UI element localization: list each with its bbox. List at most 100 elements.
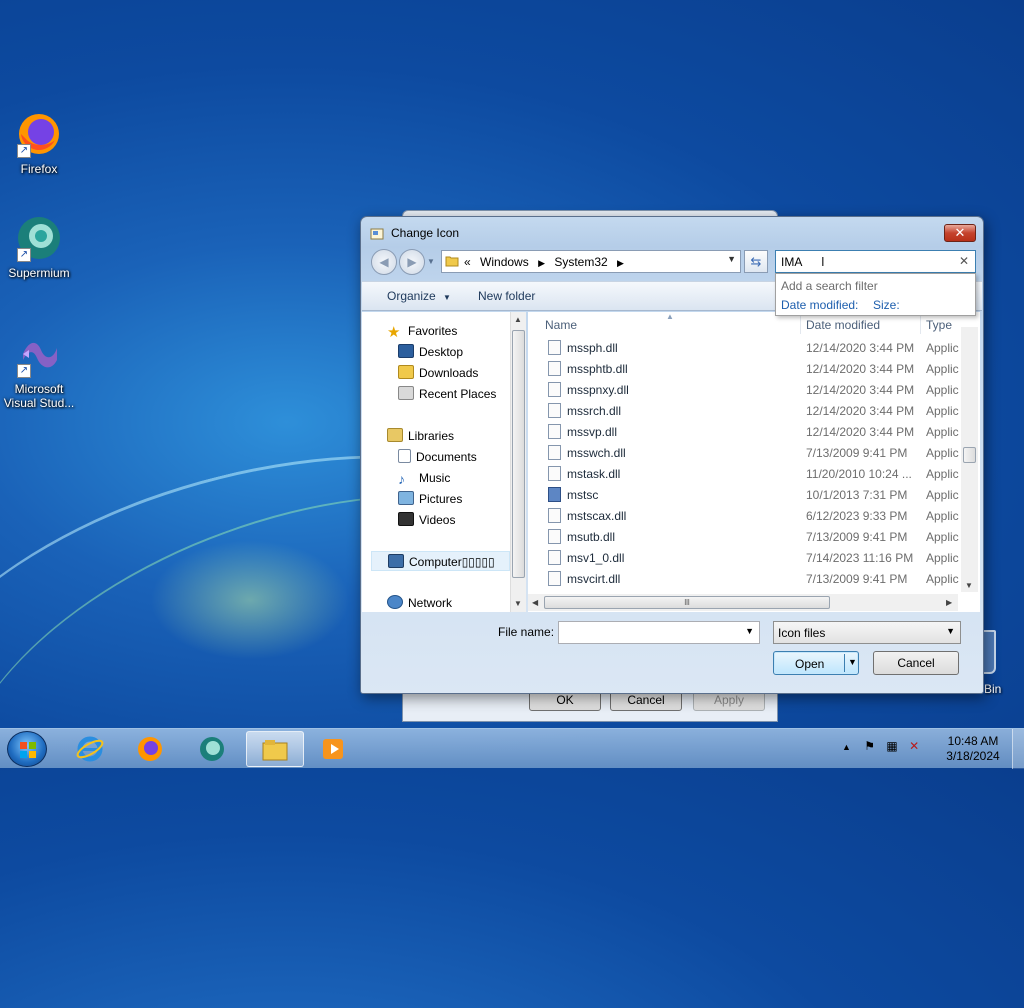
table-row[interactable]: msutb.dll 7/13/2009 9:41 PM Applic bbox=[528, 526, 959, 547]
scroll-left-icon[interactable]: ◀ bbox=[532, 598, 538, 607]
desktop-icon-label: Supermium bbox=[8, 266, 70, 280]
taskbar-media-player[interactable] bbox=[306, 731, 364, 767]
column-header-type[interactable]: Type bbox=[926, 318, 952, 332]
videos-icon bbox=[398, 512, 414, 526]
action-center-flag-icon[interactable]: ⚑ bbox=[864, 739, 875, 753]
search-filter-popup: Add a search filter Date modified: Size: bbox=[775, 273, 976, 316]
forward-button[interactable]: ▶ bbox=[399, 249, 425, 275]
nav-pictures[interactable]: Pictures bbox=[398, 489, 462, 509]
scrollbar-thumb[interactable] bbox=[512, 330, 525, 578]
nav-libraries[interactable]: Libraries bbox=[387, 426, 454, 446]
nav-documents[interactable]: Documents bbox=[398, 447, 477, 467]
table-row[interactable]: msvcirt.dll 7/13/2009 9:41 PM Applic bbox=[528, 568, 959, 589]
scrollbar-thumb[interactable] bbox=[963, 447, 976, 463]
nav-videos[interactable]: Videos bbox=[398, 510, 455, 530]
table-row[interactable]: mssphtb.dll 12/14/2020 3:44 PM Applic bbox=[528, 358, 959, 379]
chevron-down-icon[interactable]: ▼ bbox=[745, 626, 754, 636]
clock[interactable]: 10:48 AM 3/18/2024 bbox=[940, 734, 1006, 764]
nav-favorites[interactable]: ★ Favorites bbox=[387, 321, 457, 341]
file-date: 12/14/2020 3:44 PM bbox=[806, 425, 915, 439]
refresh-button[interactable]: ⇆ bbox=[744, 250, 768, 273]
chevron-down-icon[interactable]: ▼ bbox=[727, 254, 736, 264]
recent-places-icon bbox=[398, 386, 414, 400]
column-divider[interactable] bbox=[920, 316, 921, 334]
nav-desktop[interactable]: Desktop bbox=[398, 342, 463, 362]
navigation-pane: ★ Favorites Desktop Downloads Recent Plac… bbox=[362, 312, 510, 612]
table-row[interactable]: mstask.dll 11/20/2010 10:24 ... Applic bbox=[528, 463, 959, 484]
nav-downloads[interactable]: Downloads bbox=[398, 363, 478, 383]
windows-logo-icon bbox=[20, 742, 36, 758]
file-date: 7/13/2009 9:41 PM bbox=[806, 530, 908, 544]
column-header-name[interactable]: Name bbox=[545, 318, 577, 332]
chevron-down-icon[interactable]: ▼ bbox=[848, 657, 857, 667]
dll-file-icon bbox=[548, 445, 561, 460]
table-row[interactable]: mssph.dll 12/14/2020 3:44 PM Applic bbox=[528, 337, 959, 358]
table-row[interactable]: mstscax.dll 6/12/2023 9:33 PM Applic bbox=[528, 505, 959, 526]
column-header-date-modified[interactable]: Date modified bbox=[806, 318, 880, 332]
file-type-select[interactable]: Icon files ▼ bbox=[773, 621, 961, 644]
organize-button[interactable]: Organize ▼ bbox=[387, 289, 451, 303]
file-type: Applic bbox=[926, 530, 959, 544]
scroll-down-icon[interactable]: ▼ bbox=[514, 599, 522, 608]
start-button[interactable] bbox=[7, 731, 47, 767]
show-hidden-icons-button[interactable]: ▲ bbox=[842, 742, 851, 752]
breadcrumb-item[interactable]: Windows bbox=[480, 255, 529, 269]
table-row[interactable]: msswch.dll 7/13/2009 9:41 PM Applic bbox=[528, 442, 959, 463]
taskbar-firefox[interactable] bbox=[122, 731, 180, 767]
filter-date-modified[interactable]: Date modified: bbox=[781, 298, 858, 312]
nav-network[interactable]: Network bbox=[387, 593, 452, 613]
cancel-button[interactable]: Cancel bbox=[873, 651, 959, 675]
scroll-right-icon[interactable]: ▶ bbox=[946, 598, 952, 607]
file-date: 10/1/2013 7:31 PM bbox=[806, 488, 908, 502]
column-divider[interactable] bbox=[800, 316, 801, 334]
taskbar-supermium[interactable] bbox=[184, 731, 242, 767]
filename-input[interactable]: ▼ bbox=[558, 621, 760, 644]
table-row[interactable]: mssvp.dll 12/14/2020 3:44 PM Applic bbox=[528, 421, 959, 442]
table-row[interactable]: msspnxy.dll 12/14/2020 3:44 PM Applic bbox=[528, 379, 959, 400]
taskbar-file-explorer[interactable] bbox=[246, 731, 304, 767]
file-type: Applic bbox=[926, 404, 959, 418]
nav-computer[interactable]: Computer▯▯▯▯▯ bbox=[371, 551, 510, 571]
nav-music[interactable]: ♪ Music bbox=[398, 468, 450, 488]
clock-date: 3/18/2024 bbox=[946, 749, 1000, 763]
breadcrumb-item[interactable]: System32 bbox=[554, 255, 607, 269]
open-button[interactable]: Open ▼ bbox=[773, 651, 859, 675]
scrollbar-thumb[interactable]: lll bbox=[544, 596, 830, 609]
nav-recent-places[interactable]: Recent Places bbox=[398, 384, 496, 404]
table-row[interactable]: msv1_0.dll 7/14/2023 11:16 PM Applic bbox=[528, 547, 959, 568]
close-button[interactable]: ✕ bbox=[944, 224, 976, 242]
recycle-bin-label: Bin bbox=[984, 682, 1002, 696]
file-explorer-icon bbox=[262, 740, 288, 761]
desktop-icon-firefox[interactable]: ↗ Firefox bbox=[0, 110, 78, 176]
taskbar-internet-explorer[interactable] bbox=[62, 731, 120, 767]
desktop-icon-visual-studio[interactable]: ↗ Microsoft Visual Stud... bbox=[0, 330, 78, 410]
file-list-horizontal-scrollbar[interactable]: ◀ lll ▶ bbox=[528, 594, 958, 611]
desktop-icon-supermium[interactable]: ↗ Supermium bbox=[0, 214, 78, 280]
file-date: 7/13/2009 9:41 PM bbox=[806, 446, 908, 460]
file-list-vertical-scrollbar[interactable]: ▼ bbox=[961, 327, 978, 592]
nav-scrollbar[interactable]: ▲ ▼ bbox=[510, 312, 526, 612]
new-folder-button[interactable]: New folder bbox=[478, 289, 535, 303]
address-bar[interactable]: « Windows ▶ System32 ▶ ▼ bbox=[441, 250, 741, 273]
file-type: Applic bbox=[926, 467, 959, 481]
split-divider bbox=[844, 654, 845, 672]
network-status-icon[interactable]: ▦ bbox=[886, 739, 897, 753]
back-button[interactable]: ◀ bbox=[371, 249, 397, 275]
table-row[interactable]: mssrch.dll 12/14/2020 3:44 PM Applic bbox=[528, 400, 959, 421]
search-input[interactable]: IMA I ✕ bbox=[775, 250, 976, 273]
filter-size[interactable]: Size: bbox=[873, 298, 900, 312]
file-type: Applic bbox=[926, 362, 959, 376]
show-desktop-button[interactable] bbox=[1012, 729, 1024, 769]
table-row[interactable]: mstsc 10/1/2013 7:31 PM Applic bbox=[528, 484, 959, 505]
nav-label: Videos bbox=[419, 513, 456, 527]
file-name: mssrch.dll bbox=[567, 404, 622, 418]
scroll-down-icon[interactable]: ▼ bbox=[965, 581, 973, 590]
breadcrumb-overflow[interactable]: « bbox=[464, 255, 471, 269]
breadcrumb-separator-icon[interactable]: ▶ bbox=[538, 258, 545, 268]
dll-file-icon bbox=[548, 571, 561, 586]
clear-search-icon[interactable]: ✕ bbox=[959, 254, 969, 268]
breadcrumb-separator-icon[interactable]: ▶ bbox=[617, 258, 624, 268]
volume-muted-icon[interactable]: ✕ bbox=[909, 739, 919, 753]
recent-locations-button[interactable]: ▼ bbox=[427, 257, 435, 266]
scroll-up-icon[interactable]: ▲ bbox=[514, 315, 522, 324]
